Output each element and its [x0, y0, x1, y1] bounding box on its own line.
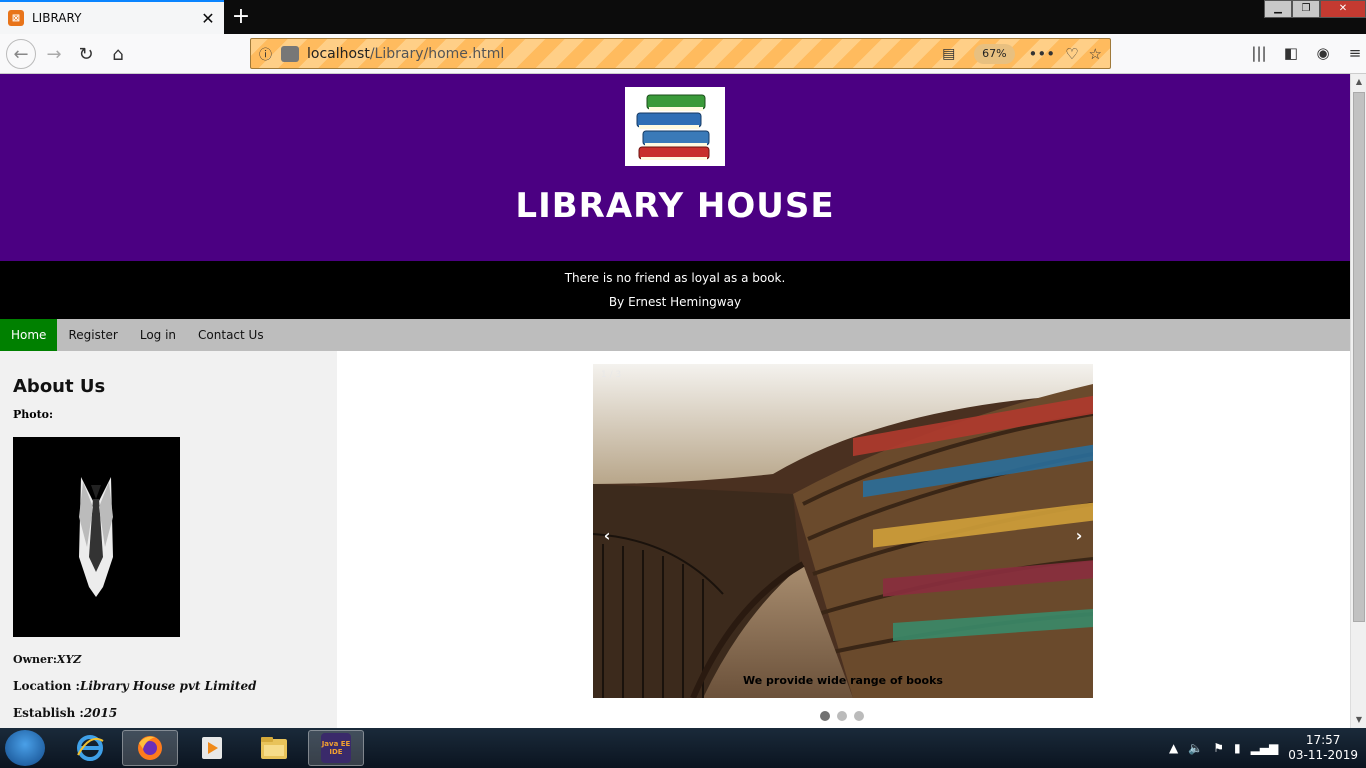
slideshow: 1 / 3 ‹ › We provide wide range of books: [593, 364, 1093, 698]
account-icon[interactable]: ◉: [1312, 40, 1334, 66]
owner-photo: [13, 437, 180, 637]
taskbar: Java EE IDE ▲ 🔈 ⚑ ▮ ▂▄▆ 17:57 03-11-2019: [0, 728, 1366, 768]
pocket-icon[interactable]: ♡: [1065, 45, 1078, 63]
scroll-up-arrow[interactable]: ▲: [1351, 74, 1366, 90]
clock-time: 17:57: [1305, 733, 1341, 747]
menu-icon[interactable]: ≡: [1344, 40, 1366, 66]
main-menu: Home Register Log in Contact Us: [0, 319, 1350, 351]
next-slide-button[interactable]: ›: [1069, 526, 1089, 545]
close-tab-icon[interactable]: ✕: [196, 6, 220, 30]
tab-strip: ⊠ LIBRARY ✕ + ▁ ❐ ✕: [0, 0, 1366, 34]
sidebar-icon[interactable]: ◧: [1280, 40, 1302, 66]
owner-info: Owner:XYZ: [13, 653, 82, 666]
minimize-button[interactable]: ▁: [1264, 0, 1292, 18]
site-title: LIBRARY HOUSE: [515, 186, 835, 226]
xampp-icon: ⊠: [8, 10, 24, 26]
info-icon[interactable]: ⓘ: [259, 44, 279, 63]
show-hidden-icons-icon[interactable]: ▲: [1169, 741, 1178, 755]
slide-dot[interactable]: [854, 711, 864, 721]
file-explorer-icon[interactable]: [246, 730, 302, 766]
url-bar[interactable]: ⓘ localhost/Library/home.html ▤ 67% ••• …: [250, 38, 1111, 69]
page-scrollbar[interactable]: ▲ ▼: [1350, 74, 1366, 728]
tab-title: LIBRARY: [32, 11, 82, 25]
browser-tab[interactable]: ⊠ LIBRARY ✕: [0, 0, 224, 34]
java-ee-ide-icon[interactable]: Java EE IDE: [308, 730, 364, 766]
books-logo: [625, 87, 725, 166]
media-player-icon[interactable]: [184, 730, 240, 766]
quote-bar: There is no friend as loyal as a book. B…: [0, 261, 1350, 319]
slide-caption: We provide wide range of books: [743, 674, 943, 687]
zoom-indicator[interactable]: 67%: [974, 43, 1015, 64]
about-sidebar: About Us Photo: Owner:XYZ Location :Libr…: [0, 351, 337, 728]
slide-dot[interactable]: [820, 711, 830, 721]
quote-author: By Ernest Hemingway: [608, 295, 742, 309]
system-tray: ▲ 🔈 ⚑ ▮ ▂▄▆ 17:57 03-11-2019: [1169, 728, 1358, 768]
window-close-button[interactable]: ✕: [1320, 0, 1366, 18]
navigation-toolbar: ← → ↻ ⌂ ⓘ localhost/Library/home.html ▤ …: [0, 34, 1366, 74]
home-button[interactable]: ⌂: [104, 40, 132, 68]
action-center-flag-icon[interactable]: ⚑: [1213, 741, 1224, 755]
prev-slide-button[interactable]: ‹: [597, 526, 617, 545]
site-header: LIBRARY HOUSE: [0, 74, 1350, 261]
menu-home[interactable]: Home: [0, 319, 58, 351]
library-icon[interactable]: |||: [1248, 40, 1270, 66]
internet-explorer-icon[interactable]: [62, 730, 118, 766]
start-button[interactable]: [5, 730, 45, 766]
slide-counter: 1 / 3: [601, 370, 622, 380]
scroll-thumb[interactable]: [1353, 92, 1365, 622]
volume-icon[interactable]: 🔈: [1188, 741, 1203, 755]
establish-info: Establish :2015: [13, 706, 118, 720]
page-actions-icon[interactable]: •••: [1029, 45, 1056, 63]
restore-button[interactable]: ❐: [1292, 0, 1320, 18]
reader-view-icon[interactable]: ▤: [942, 46, 966, 62]
about-title: About Us: [13, 376, 106, 397]
location-info: Location :Library House pvt Limited: [13, 679, 257, 693]
url-text[interactable]: localhost/Library/home.html: [307, 46, 942, 62]
remote-control-icon: [281, 45, 299, 62]
window-controls: ▁ ❐ ✕: [1264, 0, 1366, 18]
clock[interactable]: 17:57 03-11-2019: [1288, 733, 1358, 763]
menu-register[interactable]: Register: [57, 319, 128, 351]
quote-text: There is no friend as loyal as a book.: [564, 271, 786, 285]
network-signal-icon[interactable]: ▂▄▆: [1251, 741, 1279, 755]
photo-label: Photo:: [13, 408, 54, 421]
power-icon[interactable]: ▮: [1234, 741, 1241, 755]
reload-button[interactable]: ↻: [72, 40, 100, 68]
page-viewport: LIBRARY HOUSE There is no friend as loya…: [0, 74, 1350, 728]
back-button[interactable]: ←: [6, 39, 36, 69]
library-shelves-image: [593, 364, 1093, 698]
forward-button[interactable]: →: [40, 40, 68, 68]
scroll-down-arrow[interactable]: ▼: [1351, 712, 1366, 728]
bookmark-star-icon[interactable]: ☆: [1089, 45, 1102, 63]
slide-dots: [820, 711, 864, 721]
new-tab-button[interactable]: +: [228, 4, 254, 30]
clock-date: 03-11-2019: [1288, 748, 1358, 762]
menu-contact-us[interactable]: Contact Us: [187, 319, 275, 351]
slide-dot[interactable]: [837, 711, 847, 721]
menu-login[interactable]: Log in: [129, 319, 187, 351]
firefox-icon[interactable]: [122, 730, 178, 766]
